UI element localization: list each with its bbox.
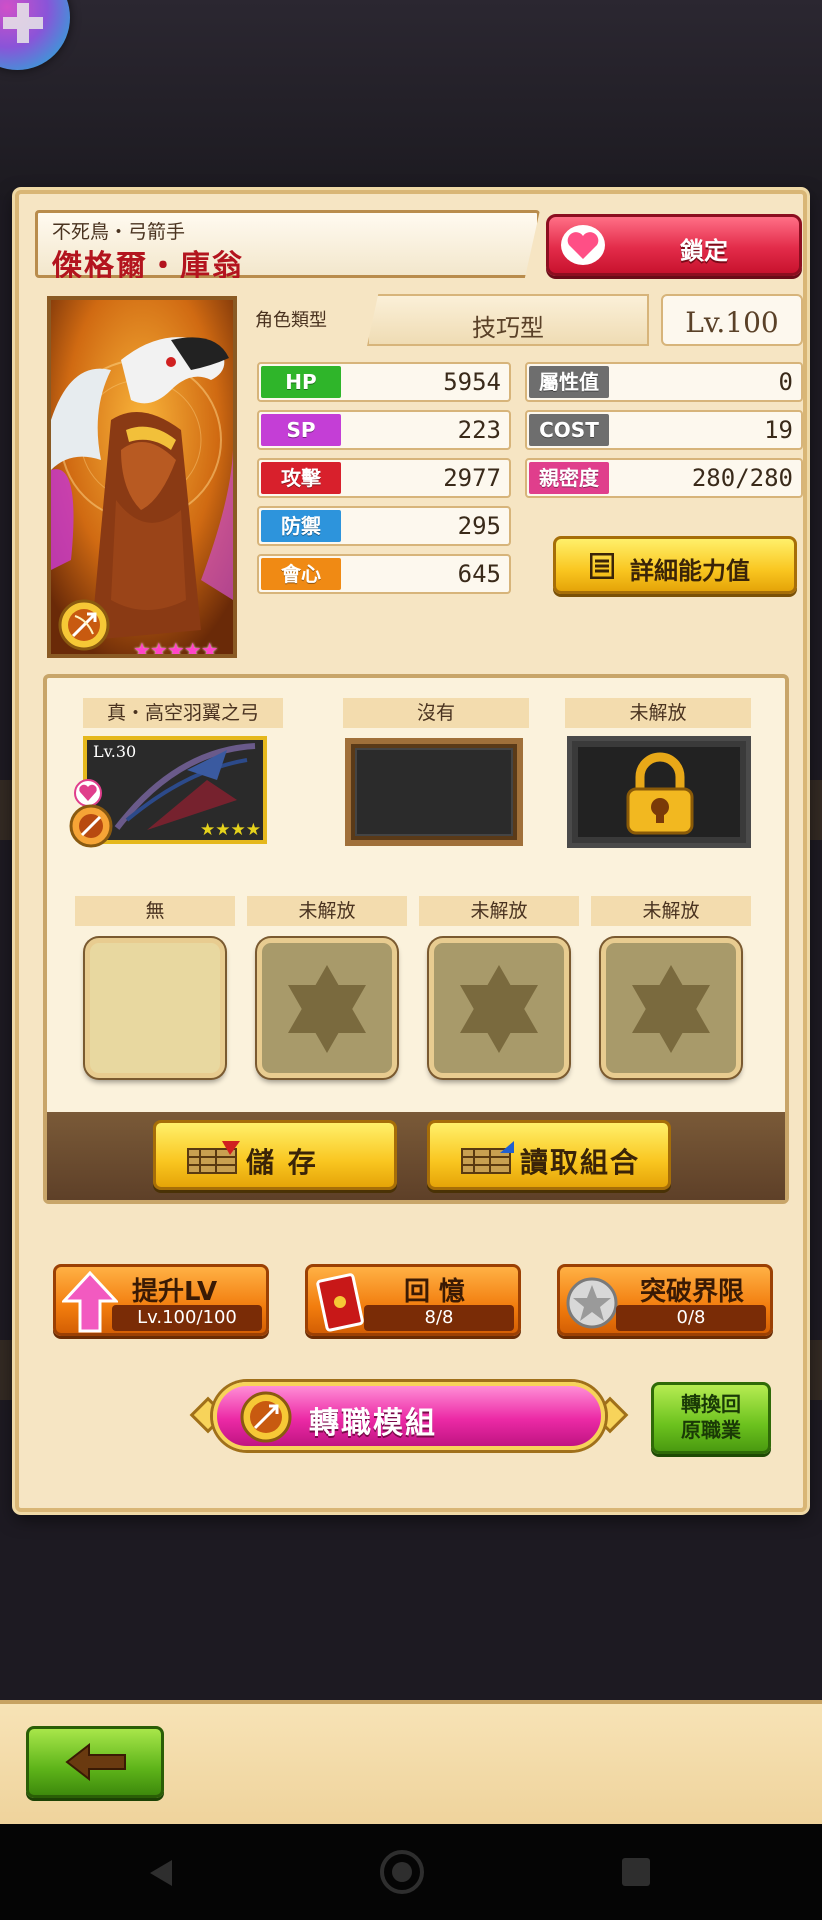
archer-class-icon xyxy=(58,599,110,651)
limit-break-button[interactable]: 突破界限 0/8 xyxy=(557,1264,773,1336)
stat-attack-value: 2977 xyxy=(443,464,501,492)
stat-hp-value: 5954 xyxy=(443,368,501,396)
stat-hp-label: HP xyxy=(261,366,341,398)
weapon-slot-3[interactable] xyxy=(567,736,751,848)
job-change-label: 轉職模組 xyxy=(309,1406,437,1441)
class-label: 不死鳥・弓箭手 xyxy=(52,221,186,243)
detail-stats-button[interactable]: 詳細能力值 xyxy=(553,536,797,594)
stat-defense-label: 防禦 xyxy=(261,510,341,542)
load-combo-label: 讀取組合 xyxy=(520,1146,641,1179)
revert-job-button[interactable]: 轉換回 原職業 xyxy=(651,1382,771,1454)
lock-button[interactable]: 鎖定 xyxy=(546,214,802,276)
stat-attribute-value: 0 xyxy=(778,368,793,396)
save-load-bar: 儲 存 讀取組合 xyxy=(47,1112,785,1200)
weapon-slot-2[interactable] xyxy=(345,738,523,846)
hexagram-icon xyxy=(632,965,710,1053)
load-combo-button[interactable]: 讀取組合 xyxy=(427,1120,671,1190)
memory-title: 回 憶 xyxy=(404,1277,466,1307)
gem-slot-3-label: 未解放 xyxy=(419,896,579,926)
gem-slot-2[interactable] xyxy=(257,938,397,1078)
stat-attribute-label: 屬性值 xyxy=(529,366,609,398)
stat-cost-value: 19 xyxy=(764,416,793,444)
empty-slot-inner xyxy=(355,748,513,836)
dpad-icon xyxy=(3,3,43,43)
stat-sp-value: 223 xyxy=(457,416,501,444)
gem-slot-4-label: 未解放 xyxy=(591,896,751,926)
card-icon xyxy=(316,1273,364,1332)
character-portrait[interactable]: ★★★★★ xyxy=(47,296,237,658)
archer-weapon-badge-icon xyxy=(69,804,113,848)
archer-emblem-icon xyxy=(240,1391,292,1443)
revert-job-label: 轉換回 原職業 xyxy=(681,1392,741,1442)
save-label: 儲 存 xyxy=(246,1146,318,1179)
background-top xyxy=(0,0,822,200)
nav-home-icon[interactable] xyxy=(380,1850,424,1894)
stat-attribute: 屬性值 0 xyxy=(525,362,803,402)
character-panel: 不死鳥・弓箭手 傑格爾・庫翁 鎖定 ★★★★★ 角色類型 技巧型 Lv.100 … xyxy=(15,190,807,1512)
detail-stats-label: 詳細能力值 xyxy=(630,557,750,585)
hexagram-icon xyxy=(288,965,366,1053)
weapon-slot-2-label: 沒有 xyxy=(343,698,529,728)
stat-critical: 會心 645 xyxy=(257,554,511,594)
weapon-level: Lv.30 xyxy=(93,742,137,761)
stat-cost-label: COST xyxy=(529,414,609,446)
lock-label: 鎖定 xyxy=(680,237,728,265)
hexagram-icon xyxy=(460,965,538,1053)
stat-critical-label: 會心 xyxy=(261,558,341,590)
star-badge-icon xyxy=(566,1277,618,1329)
level-up-button[interactable]: 提升LV Lv.100/100 xyxy=(53,1264,269,1336)
level-up-progress: Lv.100/100 xyxy=(112,1305,262,1331)
gem-slot-2-label: 未解放 xyxy=(247,896,407,926)
role-type-label: 角色類型 xyxy=(255,310,327,331)
bottom-bar xyxy=(0,1700,822,1824)
memory-button[interactable]: 回 憶 8/8 xyxy=(305,1264,521,1336)
stat-cost: COST 19 xyxy=(525,410,803,450)
job-change-button[interactable]: 轉職模組 xyxy=(189,1364,629,1468)
stat-hp: HP 5954 xyxy=(257,362,511,402)
gem-slot-3[interactable] xyxy=(429,938,569,1078)
up-arrow-icon xyxy=(62,1271,118,1333)
heart-icon xyxy=(561,225,605,265)
level-up-title: 提升LV xyxy=(132,1277,218,1307)
weapon-slot-3-label: 未解放 xyxy=(565,698,751,728)
stat-sp: SP 223 xyxy=(257,410,511,450)
rarity-stars: ★★★★★ xyxy=(133,638,219,658)
limit-break-progress: 0/8 xyxy=(616,1305,766,1331)
gem-slot-1-label: 無 xyxy=(75,896,235,926)
stat-intimacy-label: 親密度 xyxy=(529,462,609,494)
save-icon xyxy=(187,1141,240,1174)
level-value: Lv.100 xyxy=(685,306,779,339)
gem-slot-1[interactable] xyxy=(85,938,225,1078)
stat-intimacy-value: 280/280 xyxy=(691,464,793,492)
nav-recent-icon[interactable] xyxy=(622,1858,650,1886)
nameplate: 不死鳥・弓箭手 傑格爾・庫翁 xyxy=(35,210,540,278)
gem-slot-4[interactable] xyxy=(601,938,741,1078)
stat-defense: 防禦 295 xyxy=(257,506,511,546)
padlock-icon xyxy=(626,752,694,835)
system-nav-bar xyxy=(0,1824,822,1920)
back-button[interactable] xyxy=(26,1726,164,1798)
stat-critical-value: 645 xyxy=(457,560,501,588)
stat-sp-label: SP xyxy=(261,414,341,446)
role-type-value: 技巧型 xyxy=(472,314,544,342)
save-button[interactable]: 儲 存 xyxy=(153,1120,397,1190)
role-type-box: 技巧型 xyxy=(367,294,649,346)
nav-back-icon[interactable] xyxy=(146,1858,176,1888)
stat-intimacy: 親密度 280/280 xyxy=(525,458,803,498)
character-name: 傑格爾・庫翁 xyxy=(52,249,244,284)
stat-attack-label: 攻擊 xyxy=(261,462,341,494)
stat-defense-value: 295 xyxy=(457,512,501,540)
memory-progress: 8/8 xyxy=(364,1305,514,1331)
load-icon xyxy=(461,1141,514,1174)
equipment-frame: 真・高空羽翼之弓 沒有 未解放 Lv.30 ★★★★ 無 未解放 未解放 未解放… xyxy=(43,674,789,1204)
back-arrow-icon xyxy=(65,1743,126,1781)
weapon-stars: ★★★★ xyxy=(200,820,261,840)
weapon-slot-1-label: 真・高空羽翼之弓 xyxy=(83,698,283,728)
stat-attack: 攻擊 2977 xyxy=(257,458,511,498)
level-box: Lv.100 xyxy=(661,294,803,346)
limit-break-title: 突破界限 xyxy=(640,1277,745,1307)
